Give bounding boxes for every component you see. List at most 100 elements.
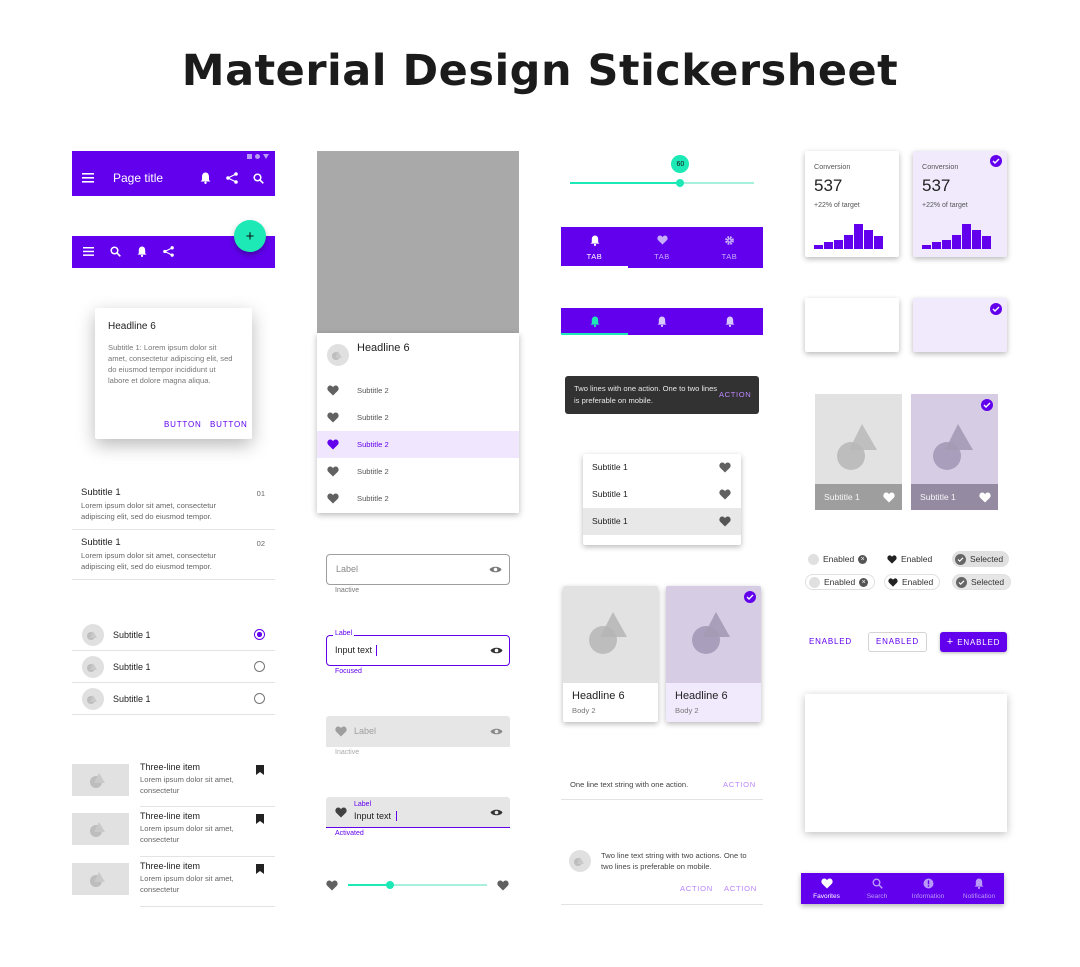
check-icon[interactable] [990, 303, 1002, 315]
close-icon[interactable]: × [858, 554, 868, 564]
list-item[interactable]: Subtitle 1 Lorem ipsum dolor sit amet, c… [72, 480, 275, 530]
empty-card[interactable] [805, 298, 899, 352]
check-icon[interactable] [744, 591, 756, 603]
image-list-item[interactable]: Subtitle 1 [815, 394, 902, 510]
list-item-body: Lorem ipsum dolor sit amet, consectetur … [81, 551, 217, 571]
menu-item[interactable]: Subtitle 1 [583, 454, 741, 481]
text-cursor [376, 645, 377, 656]
search-icon[interactable] [253, 173, 264, 184]
slider-thumb[interactable]: 60 [671, 155, 690, 187]
heart-icon [327, 493, 339, 504]
tab-1[interactable] [561, 308, 628, 335]
contained-button[interactable]: + ENABLED [940, 632, 1007, 652]
list-item[interactable]: Three-line item Lorem ipsum dolor sit am… [72, 857, 275, 907]
outlined-button[interactable]: ENABLED [868, 632, 927, 652]
tab-label: TAB [654, 252, 670, 261]
snackbar-action[interactable]: ACTION [719, 390, 751, 399]
slider-thumb[interactable] [385, 881, 394, 889]
eye-icon[interactable] [490, 808, 503, 817]
share-icon[interactable] [163, 246, 174, 257]
card-selected[interactable]: Headline 6 Body 2 [666, 586, 761, 722]
filled-text-field-activated[interactable]: Label Input text [326, 797, 510, 828]
text-field-label: Label [333, 630, 355, 637]
sheet-item-label: Subtitle 2 [357, 386, 389, 395]
snackbar-text: Two lines with one action. One to two li… [574, 384, 718, 405]
outlined-text-field[interactable]: Label [326, 554, 510, 585]
bell-icon[interactable] [137, 246, 147, 257]
bell-icon[interactable] [200, 172, 211, 184]
sheet-item[interactable]: Subtitle 2 [317, 458, 519, 485]
banner-action-2[interactable]: ACTION [724, 884, 757, 893]
eye-icon[interactable] [490, 646, 503, 655]
filter-chip[interactable]: Enabled [884, 551, 939, 567]
sheet-item[interactable]: Subtitle 2 [317, 404, 519, 431]
eye-icon[interactable] [489, 565, 502, 574]
tab-3[interactable] [696, 308, 763, 335]
selected-chip[interactable]: Selected [952, 551, 1010, 567]
sheet-item-selected[interactable]: Subtitle 2 [317, 431, 519, 458]
nav-item-favorites[interactable]: Favorites [801, 873, 852, 904]
stat-card-selected[interactable]: Conversion 537 +22% of target [913, 151, 1007, 257]
check-icon[interactable] [990, 155, 1002, 167]
tab-2[interactable]: TAB [628, 227, 696, 268]
fab-add-button[interactable]: + [234, 220, 266, 252]
dialog-button-1[interactable]: BUTTON [164, 420, 202, 429]
menu-item-selected[interactable]: Subtitle 1 [583, 508, 741, 535]
text-button[interactable]: ENABLED [809, 637, 852, 646]
dialog-headline: Headline 6 [108, 321, 156, 332]
stat-card[interactable]: Conversion 537 +22% of target [805, 151, 899, 257]
nav-item-notification[interactable]: Notification [954, 873, 1004, 904]
heart-icon[interactable] [326, 880, 338, 891]
radio-button[interactable] [254, 693, 265, 704]
list-item[interactable]: Subtitle 1 [72, 683, 275, 715]
sheet-item[interactable]: Subtitle 2 [317, 377, 519, 404]
heart-icon[interactable] [883, 492, 895, 503]
list-item[interactable]: Three-line item Lorem ipsum dolor sit am… [72, 757, 275, 807]
banner-action[interactable]: ACTION [723, 780, 756, 789]
search-icon[interactable] [110, 246, 121, 257]
input-chip[interactable]: Enabled × [805, 551, 874, 567]
info-icon [923, 878, 933, 889]
card[interactable]: Headline 6 Body 2 [563, 586, 658, 722]
discrete-slider[interactable]: 60 [570, 155, 754, 187]
gear-icon [725, 236, 734, 245]
list-item[interactable]: Subtitle 1 [72, 651, 275, 683]
banner-action-1[interactable]: ACTION [680, 884, 713, 893]
list-item[interactable]: Subtitle 1 [72, 619, 275, 651]
selected-chip-outlined[interactable]: Selected [952, 574, 1012, 590]
tab-3[interactable]: TAB [696, 227, 763, 268]
list-item-title: Subtitle 1 [81, 537, 121, 548]
radio-button[interactable] [254, 629, 265, 640]
filled-text-field[interactable]: Label [326, 716, 510, 747]
bookmark-icon[interactable] [256, 765, 264, 775]
close-icon[interactable]: × [859, 577, 869, 587]
eye-icon[interactable] [490, 727, 503, 736]
radio-button[interactable] [254, 661, 265, 672]
slider-track[interactable] [348, 881, 487, 889]
check-icon[interactable] [981, 399, 993, 411]
input-chip-outlined[interactable]: Enabled × [805, 574, 876, 590]
list-item[interactable]: Subtitle 1 Lorem ipsum dolor sit amet, c… [72, 530, 275, 580]
nav-item-information[interactable]: Information [902, 873, 954, 904]
list-item[interactable]: Three-line item Lorem ipsum dolor sit am… [72, 807, 275, 857]
banner-two-line: Two line text string with two actions. O… [561, 842, 763, 905]
nav-item-search[interactable]: Search [852, 873, 902, 904]
surface-sheet [805, 694, 1007, 832]
empty-card-selected[interactable] [913, 298, 1007, 352]
tab-2[interactable] [628, 308, 696, 335]
dialog-button-2[interactable]: BUTTON [210, 420, 248, 429]
image-list-item-selected[interactable]: Subtitle 1 [911, 394, 998, 510]
list-item-title: Three-line item [140, 811, 201, 821]
outlined-text-field-focused[interactable]: Label Input text [326, 630, 510, 666]
share-icon[interactable] [226, 172, 238, 184]
heart-icon[interactable] [497, 880, 509, 891]
heart-icon[interactable] [979, 492, 991, 503]
tab-1[interactable]: TAB [561, 227, 628, 268]
bookmark-icon[interactable] [256, 864, 264, 874]
filter-chip-outlined[interactable]: Enabled [884, 574, 941, 590]
menu-icon[interactable] [82, 173, 94, 183]
menu-item[interactable]: Subtitle 1 [583, 481, 741, 508]
menu-icon[interactable] [83, 247, 94, 256]
sheet-item[interactable]: Subtitle 2 [317, 485, 519, 512]
bookmark-icon[interactable] [256, 814, 264, 824]
